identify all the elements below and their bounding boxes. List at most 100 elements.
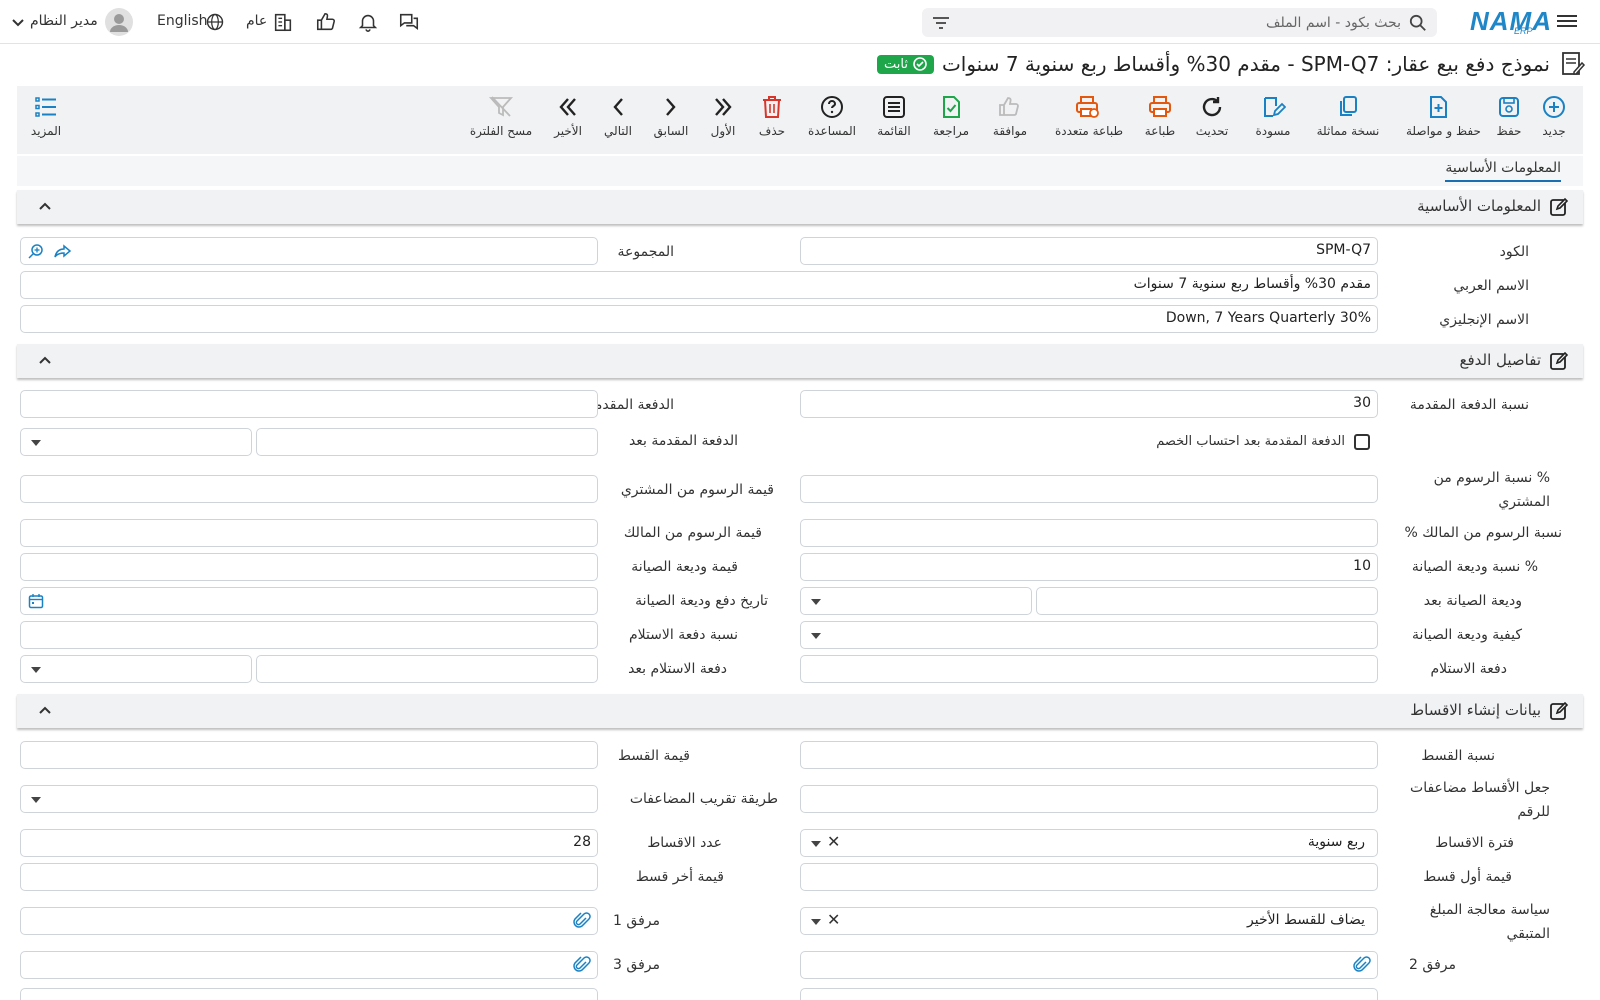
list-button[interactable]: القائمة [862,94,926,138]
down-after-input[interactable] [256,428,598,456]
building-icon[interactable] [272,11,294,33]
approve-button[interactable]: موافقة [978,94,1042,138]
section-basic-title: المعلومات الأساسية [1417,197,1541,215]
english-name-field[interactable]: Down, 7 Years Quarterly 30% [20,305,1378,333]
save-button[interactable]: حفظ [1477,94,1541,138]
paperclip-icon[interactable] [573,956,591,974]
handover-pct-field[interactable] [20,621,598,649]
globe-icon[interactable] [205,12,225,32]
paperclip-icon[interactable] [573,912,591,930]
dropdown-caret-icon [811,633,821,639]
clear-filter-button[interactable]: مسح الفلترة [469,94,533,138]
more-button[interactable]: المزيد [14,94,78,138]
maint-value-field[interactable] [20,553,598,581]
last-inst-field[interactable] [20,863,598,891]
chevron-up-icon[interactable] [37,702,53,718]
list-icon [883,96,905,118]
inst-pct-field[interactable] [800,741,1378,769]
review-button[interactable]: مراجعة [919,94,983,138]
owner-fees-value-field[interactable] [20,519,598,547]
edit-icon [1264,97,1286,117]
maint-date-field[interactable] [20,587,598,615]
maint-pct-field[interactable]: 10 [800,553,1378,581]
next-row-field-left[interactable] [20,988,598,1000]
down-after-label: الدفعة المقدمة بعد [628,433,738,449]
attachment2-label: مرفق 2 [1409,957,1456,973]
attachment2-field[interactable] [800,951,1378,979]
buyer-fees-value-label: قيمة الرسوم من المشتري [620,482,774,498]
down-payment-field[interactable] [20,390,598,418]
handover-field[interactable] [800,655,1378,683]
group-label: المجموعة [617,244,674,260]
last-button[interactable]: الأخير [536,94,600,138]
section-basic-header[interactable]: المعلومات الأساسية [17,190,1583,224]
draft-button[interactable]: مسودة [1241,94,1305,138]
duplicate-button[interactable]: نسخة مماثلة [1316,94,1380,138]
brand-logo[interactable]: NAMA ERP [1470,6,1552,36]
code-label: الكود [1499,244,1529,260]
search-icon[interactable] [1409,14,1427,32]
next-row-field-right[interactable] [800,988,1378,1000]
chevron-up-icon[interactable] [37,198,53,214]
search-plus-icon[interactable] [28,243,44,259]
handover-after-unit-select[interactable] [20,655,252,683]
thumbs-up-icon[interactable] [315,11,337,33]
help-button[interactable]: المساعدة [800,94,864,138]
code-field[interactable]: SPM-Q7 [800,237,1378,265]
attachment3-field[interactable] [20,951,598,979]
section-installments-header[interactable]: بيانات إنشاء الاقساط [17,694,1583,728]
count-value: 28 [573,834,591,850]
count-field[interactable]: 28 [20,829,598,857]
down-after-discount-checkbox[interactable] [1354,434,1370,450]
maint-method-select[interactable] [800,621,1378,649]
first-inst-field[interactable] [800,863,1378,891]
handover-after-input[interactable] [256,655,598,683]
clear-icon[interactable]: ✕ [827,910,840,929]
chevron-up-icon[interactable] [37,352,53,368]
list-menu-icon [35,97,56,117]
group-field[interactable] [20,237,598,265]
share-icon[interactable] [54,243,72,259]
language-switch[interactable]: English [157,13,208,29]
arabic-name-field[interactable]: مقدم 30% وأقساط ربع سنوية 7 سنوات [20,271,1378,299]
remaining-policy-select[interactable]: يضاف للقسط الأخير ✕ [800,907,1378,935]
save-continue-button[interactable]: حفظ و مواصلة [1406,94,1481,138]
paperclip-icon[interactable] [1353,956,1371,974]
avatar[interactable] [105,8,133,36]
chevron-down-icon[interactable] [10,15,26,31]
attachment1-field[interactable] [20,907,598,935]
handover-after-label: دفعة الاستلام بعد [628,661,727,677]
down-after-unit-select[interactable] [20,428,252,456]
print-label: طباعة [1144,124,1176,138]
search-input[interactable] [981,13,1401,33]
filter-icon[interactable] [932,15,950,31]
clear-icon[interactable]: ✕ [827,832,840,851]
user-name[interactable]: مدير النظام [30,13,98,29]
maint-after-unit-select[interactable] [800,587,1032,615]
save-continue-label: حفظ و مواصلة [1406,124,1481,138]
remaining-policy-value: يضاف للقسط الأخير [1247,912,1365,928]
owner-fees-pct-field[interactable] [800,519,1378,547]
down-pct-field[interactable]: 30 [800,390,1378,418]
buyer-fees-pct-field[interactable] [800,475,1378,503]
chat-icon[interactable] [398,11,420,33]
save-icon [1499,97,1519,117]
scope-label[interactable]: عام [246,13,267,29]
menu-icon[interactable] [1557,12,1577,30]
multi-print-button[interactable]: طباعة متعددة [1055,94,1123,138]
maint-after-input[interactable] [1036,587,1378,615]
edit-square-icon [1550,197,1569,216]
rounding-select[interactable] [20,785,598,813]
print-button[interactable]: طباعة [1128,94,1192,138]
maint-pct-label: % نسبة وديعة الصيانة [1411,559,1538,575]
calendar-icon[interactable] [28,593,44,609]
period-select[interactable]: ربع سنوية ✕ [800,829,1378,857]
section-payment-header[interactable]: تفاصيل الدفع [17,344,1583,378]
bell-icon[interactable] [357,11,379,33]
buyer-fees-value-field[interactable] [20,475,598,503]
brand-name: NAMA [1470,6,1552,36]
owner-fees-value-label: قيمة الرسوم من المالك [623,525,762,541]
inst-value-field[interactable] [20,741,598,769]
tab-basic-info[interactable]: المعلومات الأساسية [1445,160,1561,182]
multiples-field[interactable] [800,785,1378,813]
